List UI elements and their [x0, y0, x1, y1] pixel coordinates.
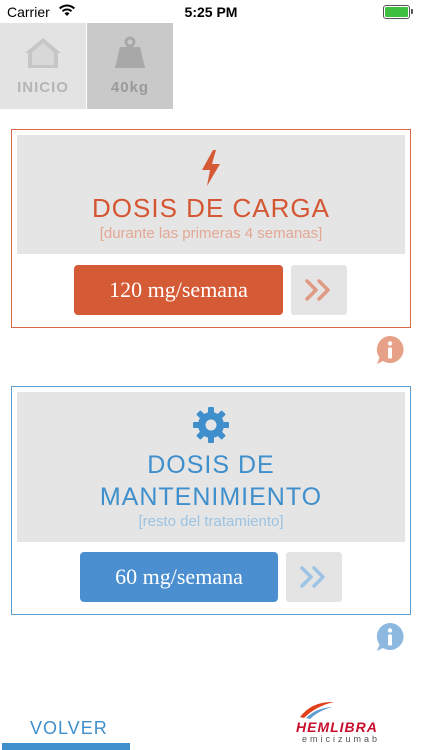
info-icon[interactable] [375, 622, 405, 652]
maintenance-dose-card: DOSIS DE MANTENIMIENTO [resto del tratam… [11, 386, 411, 615]
battery-icon [383, 5, 413, 19]
tab-weight-label: 40kg [110, 79, 150, 96]
maintenance-dose-button[interactable]: 60 mg/semana [80, 552, 278, 602]
double-chevron-right-icon [305, 279, 330, 301]
loading-dose-title: DOSIS DE CARGA [92, 193, 330, 223]
clock: 5:25 PM [184, 4, 238, 20]
loading-dose-next-button[interactable] [291, 265, 347, 315]
maintenance-dose-header: DOSIS DE MANTENIMIENTO [resto del tratam… [17, 392, 405, 542]
maintenance-dose-title: DOSIS DE MANTENIMIENTO [17, 449, 405, 513]
back-button[interactable]: VOLVER [30, 718, 108, 739]
loading-dose-subtitle: [durante las primeras 4 semanas] [99, 225, 323, 242]
logo-name: HEMLIBRA [296, 719, 378, 735]
maintenance-dose-next-button[interactable] [286, 552, 342, 602]
logo-swoosh-icon [300, 701, 334, 719]
loading-dose-card: DOSIS DE CARGA [durante las primeras 4 s… [11, 129, 411, 328]
status-bar: Carrier 5:25 PM [0, 0, 422, 24]
weight-icon [115, 36, 145, 68]
home-icon [25, 38, 61, 68]
maintenance-title-line1: DOSIS DE [147, 451, 275, 479]
gear-icon [193, 407, 229, 443]
loading-dose-header: DOSIS DE CARGA [durante las primeras 4 s… [17, 135, 405, 254]
maintenance-dose-subtitle: [resto del tratamiento] [138, 513, 284, 530]
hemlibra-logo: HEMLIBRA emicizumab [292, 697, 404, 747]
double-chevron-right-icon [300, 566, 325, 588]
loading-dose-button[interactable]: 120 mg/semana [74, 265, 283, 315]
lightning-icon [202, 150, 220, 186]
tab-weight[interactable]: 40kg [87, 23, 173, 109]
info-icon[interactable] [375, 335, 405, 365]
maintenance-title-line2: MANTENIMIENTO [99, 483, 323, 511]
back-button-underline [2, 743, 130, 750]
tab-inicio-label: INICIO [17, 79, 69, 96]
logo-subtitle: emicizumab [302, 734, 381, 744]
tab-inicio[interactable]: INICIO [0, 23, 86, 109]
